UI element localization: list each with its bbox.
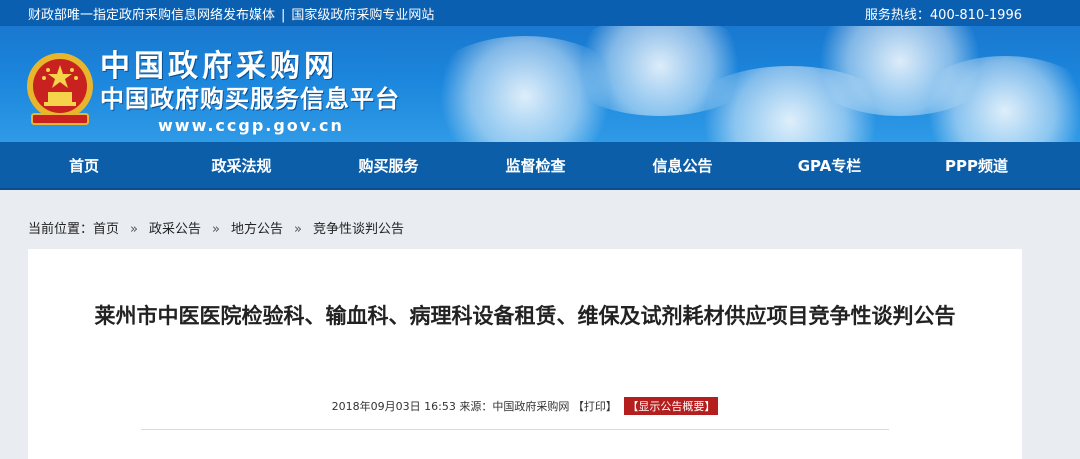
- article-divider: [141, 429, 889, 430]
- site-url[interactable]: www.ccgp.gov.cn: [100, 114, 400, 138]
- nav-regulations[interactable]: 政采法规: [168, 155, 315, 176]
- article-meta: 2018年09月03日 16:53 来源：中国政府采购网 【打印】 【显示公告概…: [28, 397, 1022, 415]
- breadcrumb-separator: »: [294, 222, 302, 237]
- nav-purchase-services[interactable]: 购买服务: [315, 155, 462, 176]
- top-info-left-2: 国家级政府采购专业网站: [291, 7, 435, 23]
- breadcrumb-home[interactable]: 首页: [93, 222, 119, 237]
- breadcrumb-local-notices[interactable]: 地方公告: [231, 222, 283, 237]
- print-link[interactable]: 【打印】: [573, 400, 617, 413]
- article-card: 莱州市中医医院检验科、输血科、病理科设备租赁、维保及试剂耗材供应项目竞争性谈判公…: [28, 249, 1022, 459]
- breadcrumb-separator: »: [212, 222, 220, 237]
- article-source: 来源：中国政府采购网: [459, 400, 570, 413]
- site-name[interactable]: 中国政府采购网: [100, 50, 400, 84]
- top-info-bar: 财政部唯一指定政府采购信息网络发布媒体 | 国家级政府采购专业网站 服务热线：400…: [0, 0, 1080, 26]
- top-info-separator: |: [281, 7, 286, 23]
- breadcrumb-separator: »: [130, 222, 138, 237]
- main-nav: 首页 政采法规 购买服务 监督检查 信息公告 GPA专栏 PPP频道: [0, 142, 1080, 190]
- top-info-left: 财政部唯一指定政府采购信息网络发布媒体 | 国家级政府采购专业网站: [28, 4, 434, 23]
- nav-ppp[interactable]: PPP频道: [903, 155, 1050, 176]
- nav-home[interactable]: 首页: [0, 155, 168, 176]
- breadcrumb-procurement-notices[interactable]: 政采公告: [149, 222, 201, 237]
- service-hotline: 服务热线：400-810-1996: [864, 7, 1022, 23]
- breadcrumb-prefix: 当前位置：: [28, 222, 94, 237]
- show-summary-button[interactable]: 【显示公告概要】: [624, 397, 719, 415]
- site-banner: 中国政府采购网 中国政府购买服务信息平台 www.ccgp.gov.cn: [0, 26, 1080, 142]
- nav-announcements[interactable]: 信息公告: [609, 155, 756, 176]
- site-brand: 中国政府采购网 中国政府购买服务信息平台 www.ccgp.gov.cn: [100, 50, 400, 138]
- nav-supervision[interactable]: 监督检查: [462, 155, 609, 176]
- site-subtitle: 中国政府购买服务信息平台: [100, 85, 400, 113]
- article-title: 莱州市中医医院检验科、输血科、病理科设备租赁、维保及试剂耗材供应项目竞争性谈判公…: [94, 304, 956, 328]
- nav-gpa[interactable]: GPA专栏: [756, 155, 903, 176]
- national-emblem-icon[interactable]: [24, 48, 96, 128]
- breadcrumb-negotiation-notices[interactable]: 竞争性谈判公告: [313, 222, 404, 237]
- top-info-left-1: 财政部唯一指定政府采购信息网络发布媒体: [28, 7, 276, 23]
- article-date: 2018年09月03日 16:53: [331, 400, 456, 413]
